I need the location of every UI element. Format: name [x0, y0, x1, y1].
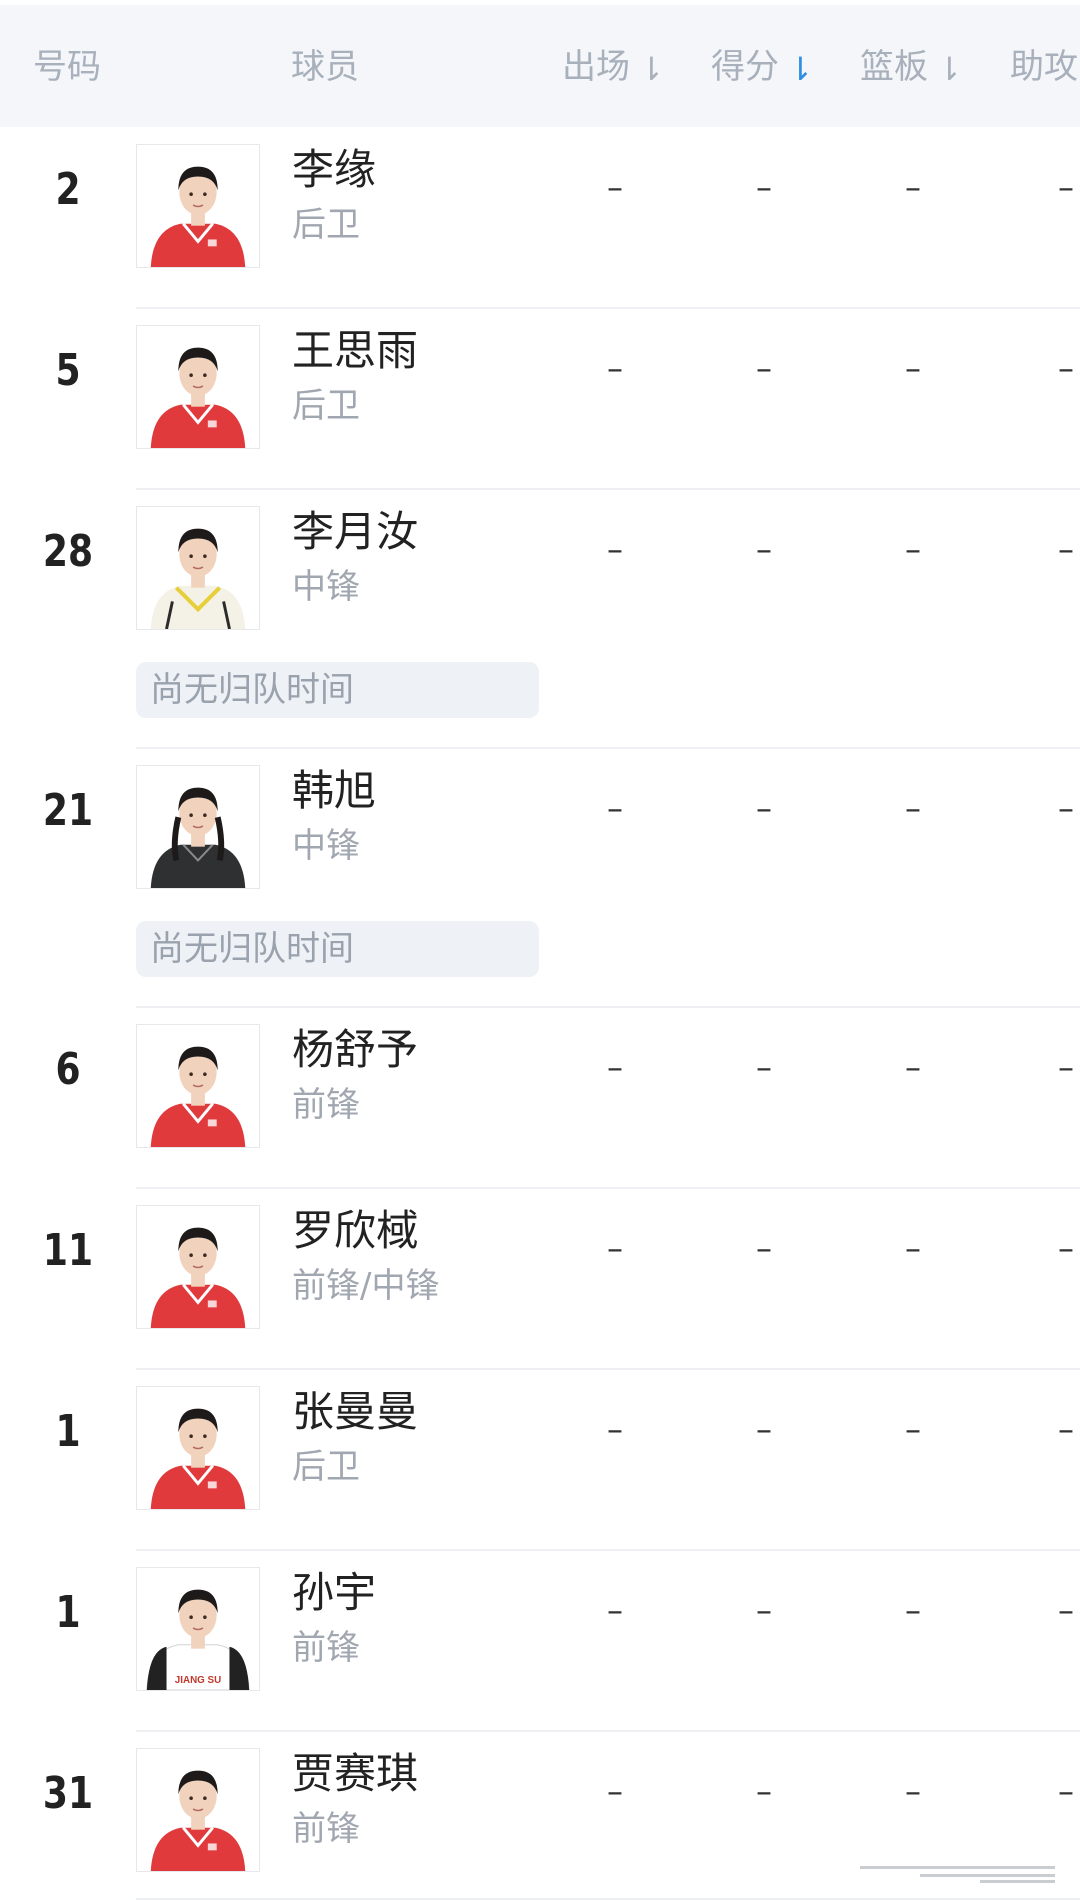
player-position: 前锋: [292, 1809, 360, 1849]
table-header: 号码 球员 出场 ⇂ 得分 ⇂ 篮板 ⇂ 助攻: [0, 5, 1080, 127]
stat-games: –: [607, 349, 623, 387]
player-position: 前锋/中锋: [292, 1266, 440, 1306]
svg-text:JIANG SU: JIANG SU: [175, 1675, 221, 1686]
return-status-badge: 尚无归队时间: [136, 921, 539, 977]
player-name[interactable]: 李缘: [292, 145, 376, 195]
stat-rebounds: –: [905, 1048, 921, 1086]
player-row[interactable]: 2 李缘后卫 – – – –: [0, 128, 1080, 309]
sort-by-games-header[interactable]: 出场 ⇂: [562, 5, 665, 127]
stat-games: –: [607, 789, 623, 827]
player-photo[interactable]: [136, 1024, 260, 1148]
player-number: 28: [42, 526, 94, 577]
player-photo[interactable]: [136, 325, 260, 449]
player-photo[interactable]: [136, 1205, 260, 1329]
return-status-badge: 尚无归队时间: [136, 662, 539, 718]
player-row[interactable]: 5 王思雨后卫 – – – –: [0, 309, 1080, 490]
player-name[interactable]: 韩旭: [292, 766, 376, 816]
stat-points: –: [756, 1410, 772, 1448]
stat-assists: –: [1058, 530, 1074, 568]
player-row[interactable]: 21 韩旭中锋 – – – – 尚无归队时间: [0, 749, 1080, 1008]
stat-assists: –: [1058, 1410, 1074, 1448]
stat-points: –: [756, 530, 772, 568]
player-name[interactable]: 罗欣棫: [292, 1206, 418, 1256]
stat-games: –: [607, 1229, 623, 1267]
player-name[interactable]: 杨舒予: [292, 1025, 418, 1075]
sort-arrow-active-icon: ⇂: [787, 50, 814, 88]
player-row[interactable]: 1 张曼曼后卫 – – – –: [0, 1370, 1080, 1551]
player-number: 1: [55, 1406, 81, 1457]
stat-rebounds: –: [905, 789, 921, 827]
stat-assists: –: [1058, 1048, 1074, 1086]
header-number: 号码: [33, 47, 101, 87]
stat-games: –: [607, 530, 623, 568]
player-name[interactable]: 王思雨: [292, 326, 418, 376]
stat-rebounds: –: [905, 1410, 921, 1448]
player-number: 31: [42, 1768, 94, 1819]
player-position: 中锋: [292, 567, 360, 607]
stat-games: –: [607, 168, 623, 206]
stat-games: –: [607, 1772, 623, 1810]
player-name[interactable]: 贾赛琪: [292, 1749, 418, 1799]
player-number: 21: [42, 785, 94, 836]
player-position: 后卫: [292, 205, 360, 245]
stat-assists: –: [1058, 1229, 1074, 1267]
stat-assists: –: [1058, 1591, 1074, 1629]
player-position: 后卫: [292, 386, 360, 426]
player-number: 1: [55, 1587, 81, 1638]
player-number: 2: [55, 164, 81, 215]
stat-rebounds: –: [905, 530, 921, 568]
player-position: 中锋: [292, 826, 360, 866]
player-position: 前锋: [292, 1628, 360, 1668]
stat-rebounds: –: [905, 1591, 921, 1629]
player-number: 6: [55, 1044, 81, 1095]
player-row[interactable]: 11 罗欣棫前锋/中锋 – – – –: [0, 1189, 1080, 1370]
sort-arrow-icon: ⇂: [638, 50, 665, 88]
header-games-label: 出场: [562, 47, 630, 87]
stat-rebounds: –: [905, 1229, 921, 1267]
player-row[interactable]: 1 JIANG SU 孙宇前锋 – – – –: [0, 1551, 1080, 1732]
sort-by-points-header[interactable]: 得分 ⇂: [711, 5, 814, 127]
stat-rebounds: –: [905, 1772, 921, 1810]
stat-rebounds: –: [905, 349, 921, 387]
stat-assists: –: [1058, 1772, 1074, 1810]
stat-assists: –: [1058, 789, 1074, 827]
stat-points: –: [756, 1048, 772, 1086]
stat-points: –: [756, 789, 772, 827]
player-photo[interactable]: JIANG SU: [136, 1567, 260, 1691]
stat-points: –: [756, 1591, 772, 1629]
player-name[interactable]: 孙宇: [292, 1568, 376, 1618]
player-name[interactable]: 李月汝: [292, 507, 418, 557]
stat-games: –: [607, 1410, 623, 1448]
player-photo[interactable]: [136, 1748, 260, 1872]
player-row[interactable]: 28 李月汝中锋 – – – – 尚无归队时间: [0, 490, 1080, 749]
player-position: 后卫: [292, 1447, 360, 1487]
sort-by-rebounds-header[interactable]: 篮板 ⇂: [860, 5, 963, 127]
sort-by-assists-header[interactable]: 助攻: [1010, 5, 1078, 127]
sort-arrow-icon: ⇂: [936, 50, 963, 88]
stat-points: –: [756, 1772, 772, 1810]
stat-rebounds: –: [905, 168, 921, 206]
player-row[interactable]: 6 杨舒予前锋 – – – –: [0, 1008, 1080, 1189]
player-photo[interactable]: [136, 506, 260, 630]
header-assists-label: 助攻: [1010, 47, 1078, 87]
player-number: 11: [42, 1225, 94, 1276]
player-number: 5: [55, 345, 81, 396]
header-points-label: 得分: [711, 47, 779, 87]
header-rebounds-label: 篮板: [860, 47, 928, 87]
player-name[interactable]: 张曼曼: [292, 1387, 418, 1437]
header-player: 球员: [291, 47, 359, 87]
player-photo[interactable]: [136, 765, 260, 889]
stat-points: –: [756, 349, 772, 387]
stat-points: –: [756, 1229, 772, 1267]
watermark-icon: [860, 1866, 1055, 1883]
stat-games: –: [607, 1591, 623, 1629]
player-photo[interactable]: [136, 144, 260, 268]
player-photo[interactable]: [136, 1386, 260, 1510]
stat-assists: –: [1058, 349, 1074, 387]
stat-assists: –: [1058, 168, 1074, 206]
player-position: 前锋: [292, 1085, 360, 1125]
stat-points: –: [756, 168, 772, 206]
stat-games: –: [607, 1048, 623, 1086]
